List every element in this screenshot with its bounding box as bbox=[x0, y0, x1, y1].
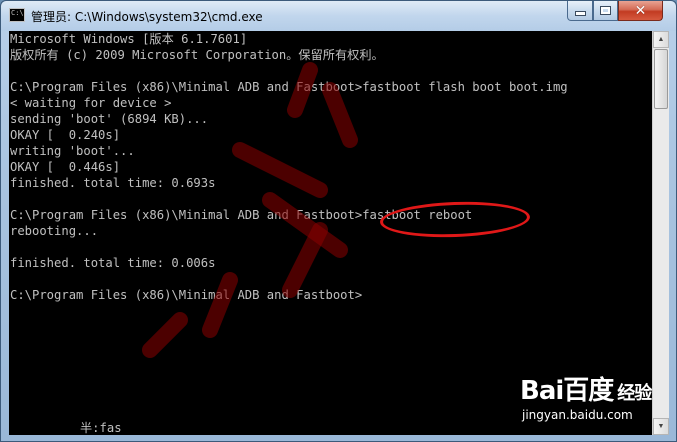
cmd-app-icon[interactable]: C:\ bbox=[9, 8, 25, 22]
close-icon: ✕ bbox=[634, 2, 647, 19]
ime-status: 半:fas bbox=[80, 421, 122, 435]
console-line: finished. total time: 0.006s bbox=[10, 256, 216, 270]
console-line: OKAY [ 0.240s] bbox=[10, 128, 121, 142]
console-line: writing 'boot'... bbox=[10, 144, 135, 158]
scroll-thumb[interactable] bbox=[654, 49, 668, 109]
console-text: Microsoft Windows [版本 6.1.7601] 版权所有 (c)… bbox=[9, 31, 652, 303]
close-button[interactable]: ✕ bbox=[618, 1, 663, 21]
title-bar[interactable]: C:\ 管理员: C:\Windows\system32\cmd.exe ✕ bbox=[1, 1, 676, 31]
maximize-button[interactable] bbox=[593, 1, 618, 21]
baidu-logo: Bai百度 经验 bbox=[520, 376, 652, 406]
console-line: C:\Program Files (x86)\Minimal ADB and F… bbox=[10, 80, 568, 94]
maximize-icon bbox=[600, 6, 611, 15]
console-line: 版权所有 (c) 2009 Microsoft Corporation。保留所有… bbox=[10, 48, 384, 62]
scroll-up-button[interactable]: ▲ bbox=[653, 31, 669, 48]
arrow-up-icon: ▲ bbox=[657, 36, 665, 43]
console-line: finished. total time: 0.693s bbox=[10, 176, 216, 190]
baidu-url: jingyan.baidu.com bbox=[522, 408, 633, 422]
console-line: C:\Program Files (x86)\Minimal ADB and F… bbox=[10, 288, 363, 302]
minimize-icon bbox=[574, 11, 586, 16]
console-line: OKAY [ 0.446s] bbox=[10, 160, 121, 174]
window-title: 管理员: C:\Windows\system32\cmd.exe bbox=[31, 10, 263, 24]
console-line: Microsoft Windows [版本 6.1.7601] bbox=[10, 32, 248, 46]
baidu-watermark: Bai百度 经验 jingyan.baidu.com bbox=[520, 370, 670, 432]
console-line: < waiting for device > bbox=[10, 96, 172, 110]
console-line: rebooting... bbox=[10, 224, 99, 238]
minimize-button[interactable] bbox=[567, 1, 593, 21]
console-line: sending 'boot' (6894 KB)... bbox=[10, 112, 209, 126]
